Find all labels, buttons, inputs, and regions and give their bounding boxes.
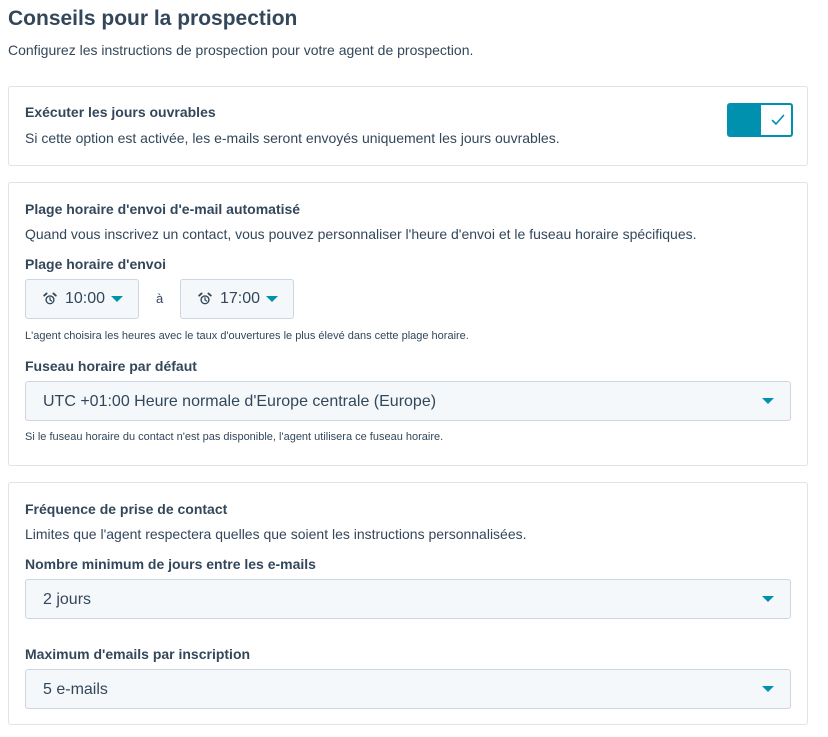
send-range-help: L'agent choisira les heures avec le taux… (25, 330, 469, 342)
timezone-help: Si le fuseau horaire du contact n'est pa… (25, 431, 444, 443)
business-days-card: Exécuter les jours ouvrables Si cette op… (8, 86, 808, 166)
chevron-down-icon (762, 686, 774, 692)
chevron-down-icon (762, 596, 774, 602)
alarm-clock-icon (43, 292, 57, 306)
chevron-down-icon (266, 296, 279, 302)
page-title: Conseils pour la prospection (8, 7, 298, 30)
timezone-label: Fuseau horaire par défaut (25, 358, 197, 374)
max-emails-value: 5 e-mails (43, 681, 108, 698)
end-time-picker[interactable]: 17:00 (180, 279, 294, 319)
frequency-description: Limites que l'agent respectera quelles q… (25, 526, 527, 542)
send-window-description: Quand vous inscrivez un contact, vous po… (25, 226, 697, 242)
send-range-label: Plage horaire d'envoi (25, 256, 167, 272)
min-days-label: Nombre minimum de jours entre les e-mail… (25, 556, 316, 572)
chevron-down-icon (762, 398, 774, 404)
business-days-toggle[interactable] (727, 103, 793, 137)
business-days-title: Exécuter les jours ouvrables (25, 104, 216, 120)
start-time-picker[interactable]: 10:00 (25, 279, 139, 319)
business-days-description: Si cette option est activée, les e-mails… (25, 130, 560, 146)
min-days-select[interactable]: 2 jours (25, 579, 791, 619)
max-emails-label: Maximum d'emails par inscription (25, 646, 251, 662)
start-time-value: 10:00 (65, 290, 106, 307)
send-window-card: Plage horaire d'envoi d'e-mail automatis… (8, 182, 808, 466)
toggle-fill (729, 105, 761, 135)
time-range-separator: à (156, 291, 164, 306)
page-subtitle: Configurez les instructions de prospecti… (8, 42, 474, 58)
frequency-card: Fréquence de prise de contact Limites qu… (8, 482, 808, 725)
alarm-clock-icon (198, 292, 212, 306)
timezone-select[interactable]: UTC +01:00 Heure normale d'Europe centra… (25, 381, 791, 421)
check-icon (764, 105, 791, 135)
min-days-value: 2 jours (43, 591, 92, 608)
timezone-value: UTC +01:00 Heure normale d'Europe centra… (43, 393, 437, 410)
send-window-title: Plage horaire d'envoi d'e-mail automatis… (25, 201, 301, 217)
end-time-value: 17:00 (220, 290, 261, 307)
max-emails-select[interactable]: 5 e-mails (25, 669, 791, 709)
chevron-down-icon (111, 296, 124, 302)
frequency-title: Fréquence de prise de contact (25, 501, 228, 517)
